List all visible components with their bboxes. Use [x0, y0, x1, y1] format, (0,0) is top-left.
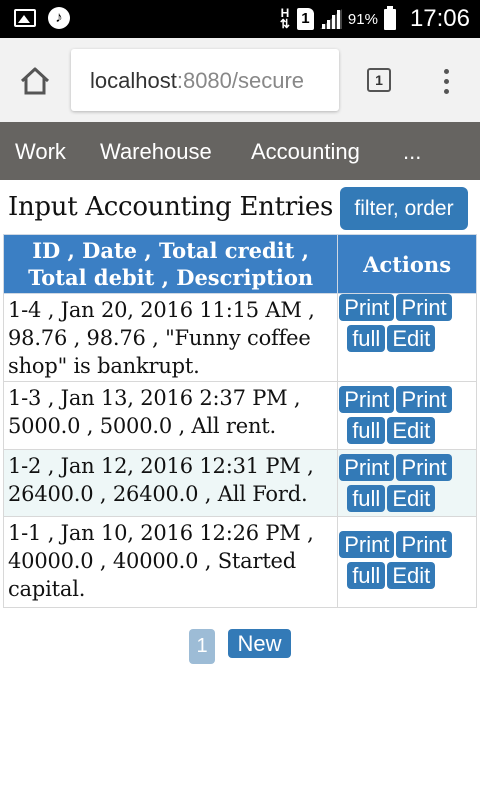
signal-icon — [319, 9, 342, 29]
print-full-button[interactable]: full — [347, 485, 386, 512]
print-button[interactable]: Print — [339, 294, 395, 321]
print-full-button[interactable]: full — [347, 417, 386, 444]
edit-button[interactable]: Edit — [387, 325, 436, 352]
tab-switcher-button[interactable]: 1 — [367, 68, 391, 92]
entries-table: ID , Date , Total credit , Total debit , … — [2, 234, 477, 608]
url-text: localhost:8080/secure — [90, 68, 305, 93]
overflow-menu-icon[interactable] — [436, 66, 456, 96]
sim-icon: 1 — [296, 8, 314, 30]
entry-text: 1-1 , Jan 10, 2016 12:26 PM , 40000.0 , … — [8, 521, 314, 601]
table-row: 1-2 , Jan 12, 2016 12:31 PM , 26400.0 , … — [2, 449, 477, 517]
print-full-button[interactable]: full — [347, 325, 386, 352]
print-full-button-top[interactable]: Print — [396, 531, 452, 558]
edit-button[interactable]: Edit — [387, 562, 436, 589]
column-header-actions: Actions — [337, 234, 477, 294]
edit-button[interactable]: Edit — [387, 417, 436, 444]
new-entry-button[interactable]: New — [228, 629, 291, 658]
nav-warehouse[interactable]: Warehouse — [100, 139, 212, 165]
table-row: 1-4 , Jan 20, 2016 11:15 AM , 98.76 , 98… — [2, 293, 477, 382]
entry-text: 1-2 , Jan 12, 2016 12:31 PM , 26400.0 , … — [8, 454, 314, 506]
status-bar: ♪ H ⇅ 1 91% 17:06 — [0, 0, 480, 38]
edit-button[interactable]: Edit — [387, 485, 436, 512]
table-row: 1-1 , Jan 10, 2016 12:26 PM , 40000.0 , … — [2, 516, 477, 608]
print-full-button[interactable]: full — [347, 562, 386, 589]
browser-toolbar: localhost:8080/secure 1 — [0, 38, 480, 122]
nav-more[interactable]: ... — [403, 139, 421, 165]
music-notification-icon: ♪ — [48, 7, 70, 29]
clock: 17:06 — [409, 5, 470, 32]
image-notification-icon — [14, 9, 36, 27]
entry-text: 1-4 , Jan 20, 2016 11:15 AM , 98.76 , 98… — [8, 298, 315, 378]
page-1-button[interactable]: 1 — [189, 629, 215, 664]
network-type-icon: H ⇅ — [279, 6, 290, 31]
entry-text: 1-3 , Jan 13, 2016 2:37 PM , 5000.0 , 50… — [8, 386, 301, 438]
table-header-row: ID , Date , Total credit , Total debit , … — [2, 234, 477, 294]
nav-work[interactable]: Work — [15, 139, 66, 165]
filter-order-button[interactable]: filter, order — [340, 187, 468, 230]
address-bar[interactable]: localhost:8080/secure — [71, 49, 339, 111]
print-button[interactable]: Print — [339, 386, 395, 413]
print-full-button-top[interactable]: Print — [396, 454, 452, 481]
home-icon[interactable] — [18, 64, 52, 98]
battery-icon — [383, 5, 396, 30]
print-button[interactable]: Print — [339, 531, 395, 558]
table-row: 1-3 , Jan 13, 2016 2:37 PM , 5000.0 , 50… — [2, 381, 477, 450]
nav-accounting[interactable]: Accounting — [251, 139, 360, 165]
print-full-button-top[interactable]: Print — [396, 386, 452, 413]
battery-percent: 91% — [347, 10, 378, 28]
column-header-details: ID , Date , Total credit , Total debit , … — [2, 234, 339, 294]
print-full-button-top[interactable]: Print — [396, 294, 452, 321]
app-navbar: Work Warehouse Accounting ... — [0, 122, 480, 180]
print-button[interactable]: Print — [339, 454, 395, 481]
page-title: Input Accounting Entries — [8, 192, 334, 222]
